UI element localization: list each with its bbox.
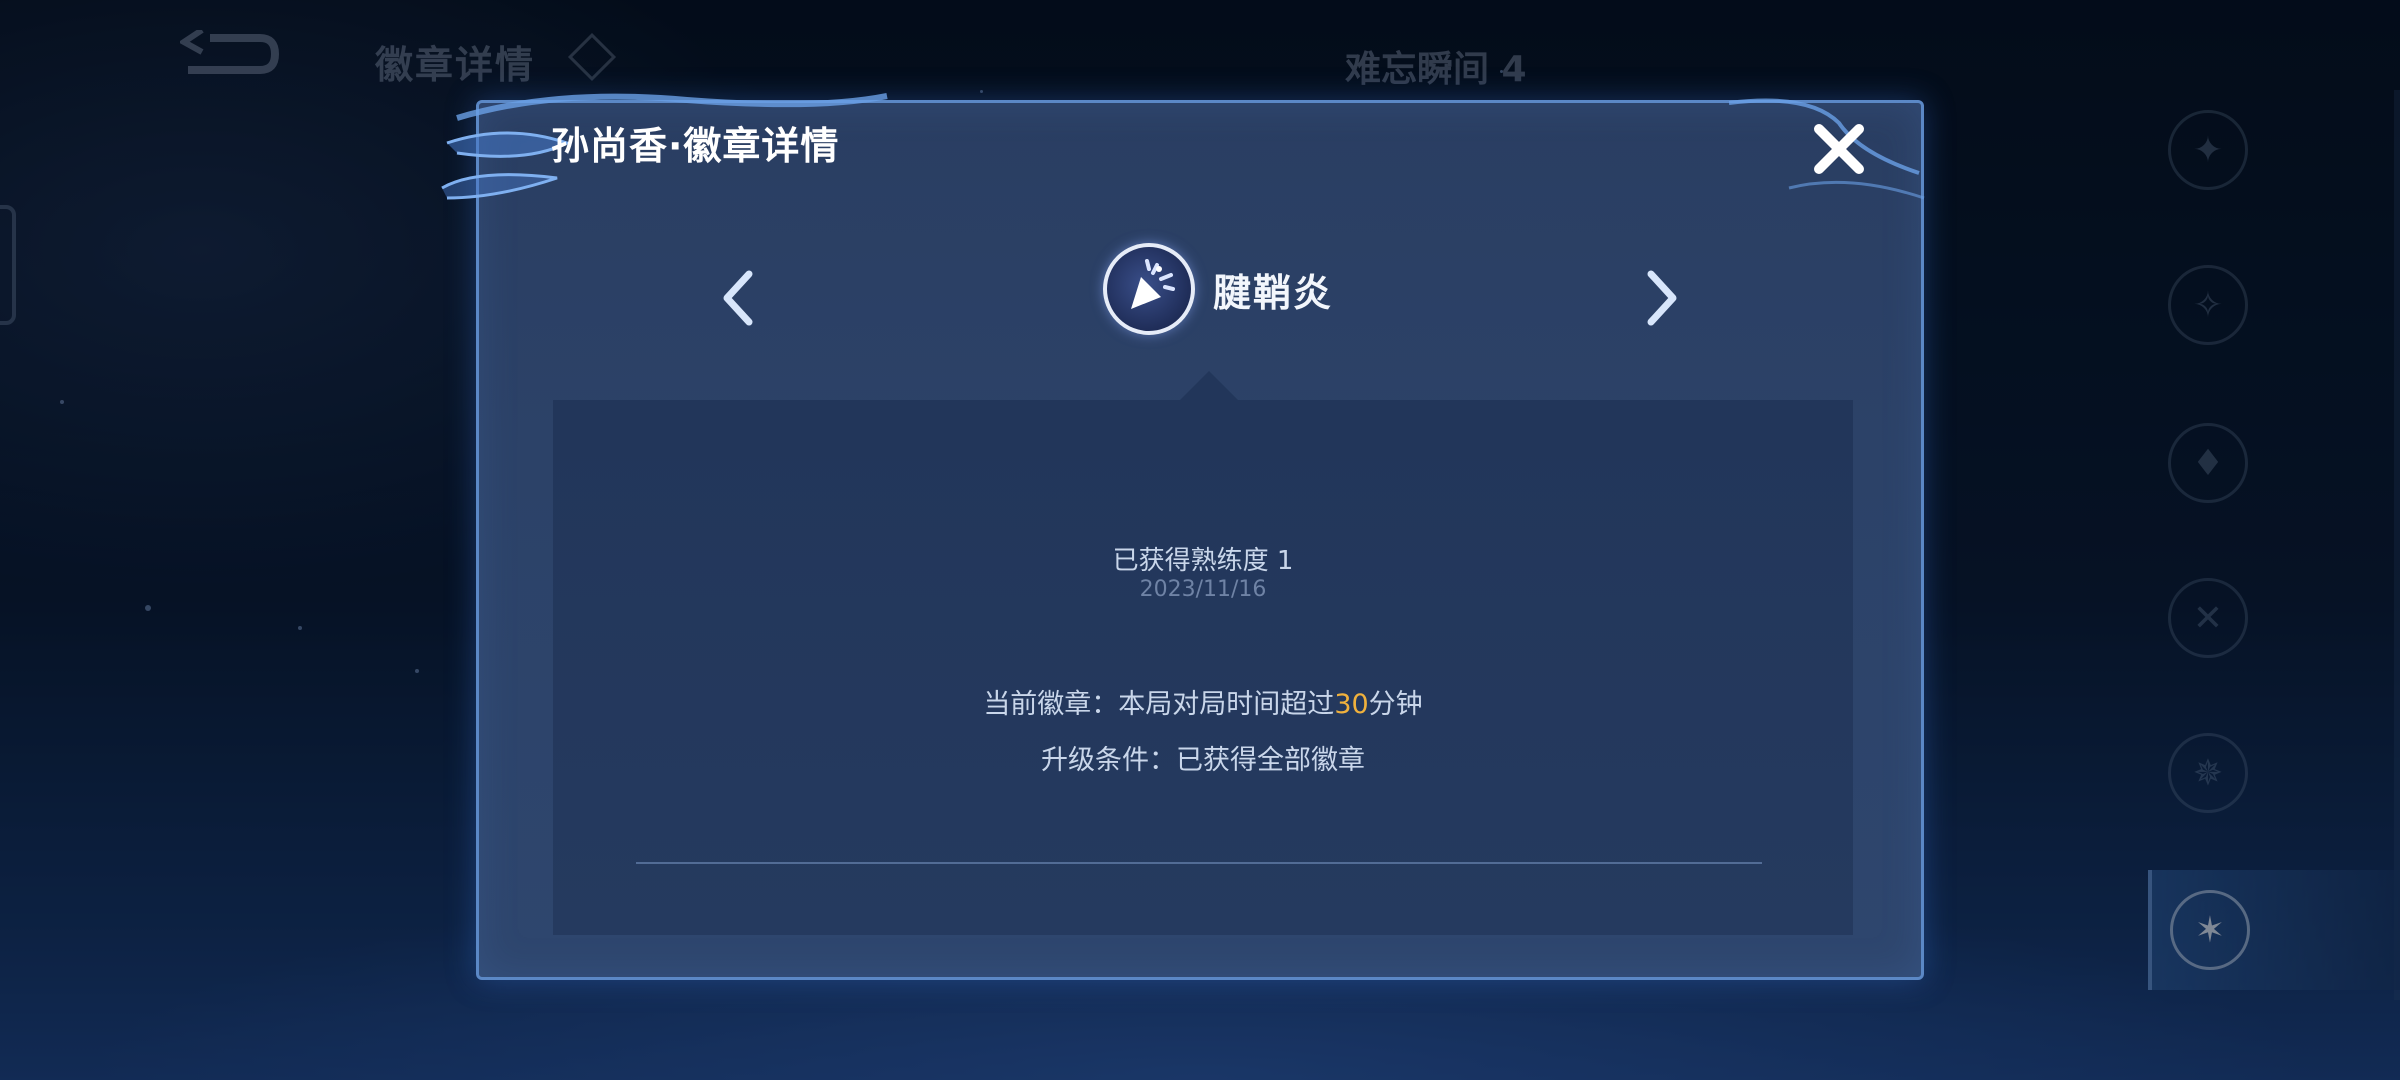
badge-header: 腱鞘炎	[1103, 239, 1333, 339]
badge-detail-dialog: 孙尚香·徽章详情 腱鞘炎 已获得熟练度 1 2023/11/16 当前徽章：本局…	[441, 93, 1925, 980]
current-badge-value: 30	[1334, 689, 1369, 720]
chevron-right-icon	[1647, 270, 1677, 326]
dialog-title: 孙尚香·徽章详情	[551, 124, 840, 168]
next-badge-button[interactable]	[1631, 263, 1691, 333]
chevron-left-icon	[723, 270, 753, 326]
badge-name: 腱鞘炎	[1213, 270, 1334, 315]
current-badge-condition: 当前徽章：本局对局时间超过30分钟	[553, 682, 1853, 721]
panel-divider	[636, 862, 1762, 864]
panel-pointer	[1179, 371, 1239, 401]
badge-info-panel: 已获得熟练度 1 2023/11/16 当前徽章：本局对局时间超过30分钟 升级…	[553, 400, 1853, 935]
previous-badge-button[interactable]	[709, 263, 769, 333]
close-icon	[1814, 124, 1864, 174]
firework-badge-icon	[1103, 243, 1195, 335]
acquired-date: 2023/11/16	[1139, 577, 1267, 602]
close-button[interactable]	[1807, 117, 1871, 181]
current-badge-suffix: 分钟	[1368, 689, 1423, 720]
upgrade-condition: 升级条件：已获得全部徽章	[1041, 745, 1365, 776]
current-badge-prefix: 当前徽章：本局对局时间超过	[983, 689, 1335, 720]
proficiency-text: 已获得熟练度 1	[1112, 546, 1294, 576]
